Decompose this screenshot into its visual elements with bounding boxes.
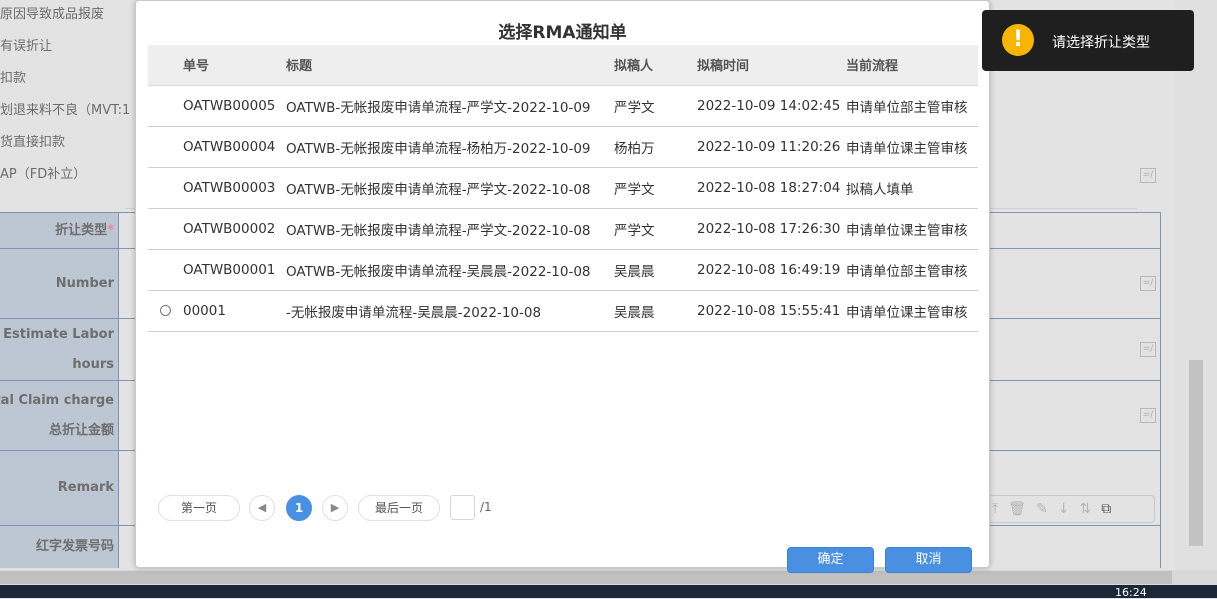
col-header: 拟稿时间	[697, 45, 846, 86]
open-external-icon[interactable]: ⧉	[1101, 501, 1111, 517]
cell-flow: 申请单位部主管审核	[846, 249, 978, 291]
cell-author: 吴晨晨	[614, 249, 697, 291]
prev-page-button[interactable]: ◀	[249, 495, 275, 521]
cell-time: 2022-10-08 16:49:19	[697, 249, 846, 291]
cell-id: OATWB00002	[183, 208, 286, 250]
taskbar-clock: 16:24	[1115, 586, 1147, 599]
horizontal-scroll-thumb[interactable]	[0, 571, 1172, 584]
row-radio[interactable]	[160, 305, 171, 316]
cell-author: 严学文	[614, 85, 697, 127]
table-row[interactable]: OATWB00001 OATWB-无帐报废申请单流程-吴晨晨-2022-10-08…	[148, 249, 978, 291]
cancel-button[interactable]: 取消	[885, 547, 972, 573]
cell-time: 2022-10-09 14:02:45	[697, 85, 846, 127]
table-row[interactable]: OATWB00002 OATWB-无帐报废申请单流程-严学文-2022-10-08…	[148, 208, 978, 250]
cell-id: OATWB00005	[183, 85, 286, 127]
edit-icon[interactable]: =/	[1140, 408, 1156, 423]
cell-id: OATWB00003	[183, 167, 286, 209]
warning-icon: !	[1002, 24, 1034, 56]
taskbar	[0, 585, 1217, 598]
label-remark: Remark	[0, 451, 119, 525]
cell-time: 2022-10-08 17:26:30	[697, 208, 846, 250]
option-text: 扣款	[0, 71, 27, 86]
cell-title: OATWB-无帐报废申请单流程-严学文-2022-10-09	[286, 85, 614, 127]
edit-icon[interactable]: =/	[1140, 276, 1156, 291]
cell-flow: 申请单位课主管审核	[846, 208, 978, 250]
label-red-invoice: 红字发票号码	[0, 526, 119, 568]
toast-message: 请选择折让类型	[1052, 35, 1150, 51]
cell-author: 严学文	[614, 208, 697, 250]
delete-icon[interactable]: 🗑	[1008, 501, 1026, 517]
table-row[interactable]: OATWB00003 OATWB-无帐报废申请单流程-严学文-2022-10-08…	[148, 167, 978, 209]
cell-flow: 拟稿人填单	[846, 167, 978, 209]
cell-title: -无帐报废申请单流程-吴晨晨-2022-10-08	[286, 290, 614, 332]
edit-icon[interactable]: ✎	[1036, 501, 1048, 517]
page-1-button[interactable]: 1	[286, 495, 312, 521]
cell-title: OATWB-无帐报废申请单流程-严学文-2022-10-08	[286, 167, 614, 209]
option-text: AP（FD补立）	[0, 167, 87, 182]
cell-title: OATWB-无帐报废申请单流程-严学文-2022-10-08	[286, 208, 614, 250]
edit-icon[interactable]: =/	[1140, 168, 1156, 183]
page-number-input[interactable]	[450, 495, 475, 520]
cell-title: OATWB-无帐报废申请单流程-杨柏万-2022-10-09	[286, 126, 614, 168]
rma-table: 单号 标题 拟稿人 拟稿时间 当前流程 OATWB00005 OATWB-无帐报废…	[148, 45, 978, 332]
cell-flow: 申请单位部主管审核	[846, 85, 978, 127]
sort-icon[interactable]: ⇅	[1079, 501, 1091, 517]
cell-id: OATWB00001	[183, 249, 286, 291]
cell-id: 00001	[183, 290, 286, 332]
confirm-button[interactable]: 确定	[787, 547, 874, 573]
dialog-title: 选择RMA通知单	[498, 23, 627, 43]
attachment-toolbar: ⤒ 🗑 ✎ ↓ ⇅ ⧉	[985, 495, 1155, 523]
option-text: 有误折让	[0, 39, 53, 54]
cell-title: OATWB-无帐报废申请单流程-吴晨晨-2022-10-08	[286, 249, 614, 291]
upload-icon[interactable]: ⤒	[992, 501, 998, 517]
last-page-button[interactable]: 最后一页	[358, 495, 440, 521]
option-text: 货直接扣款	[0, 135, 66, 150]
edit-icon[interactable]: =/	[1140, 342, 1156, 357]
first-page-button[interactable]: 第一页	[158, 495, 240, 521]
warning-toast: ! 请选择折让类型	[982, 10, 1194, 71]
label-number: Number	[0, 249, 119, 318]
cell-id: OATWB00004	[183, 126, 286, 168]
option-text: 划退来料不良（MVT:1	[0, 103, 131, 118]
label-discount-type: 折让类型*	[0, 213, 119, 248]
col-header: 单号	[183, 45, 286, 86]
col-header: 标题	[286, 45, 614, 86]
cell-author: 杨柏万	[614, 126, 697, 168]
cell-author: 严学文	[614, 167, 697, 209]
download-icon[interactable]: ↓	[1058, 501, 1070, 517]
cell-time: 2022-10-09 11:20:26	[697, 126, 846, 168]
cell-time: 2022-10-08 15:55:41	[697, 290, 846, 332]
page-total: /1	[480, 500, 492, 514]
rma-select-dialog: 选择RMA通知单 单号 标题 拟稿人 拟稿时间 当前流程 OATWB00005 O…	[135, 0, 990, 573]
col-header: 当前流程	[846, 45, 978, 86]
option-text: 原因导致成品报废	[0, 7, 105, 22]
next-page-button[interactable]: ▶	[322, 495, 348, 521]
cell-author: 吴晨晨	[614, 290, 697, 332]
col-header: 拟稿人	[614, 45, 697, 86]
vertical-scroll-thumb[interactable]	[1189, 360, 1203, 546]
cell-flow: 申请单位课主管审核	[846, 290, 978, 332]
table-row[interactable]: OATWB00004 OATWB-无帐报废申请单流程-杨柏万-2022-10-09…	[148, 126, 978, 168]
label-labor-hours: Estimate Labor hours	[0, 319, 119, 380]
label-claim-charge: tal Claim charge 总折让金额	[0, 381, 119, 450]
cell-flow: 申请单位课主管审核	[846, 126, 978, 168]
cell-time: 2022-10-08 18:27:04	[697, 167, 846, 209]
table-row[interactable]: 00001 -无帐报废申请单流程-吴晨晨-2022-10-08 吴晨晨 2022-10…	[148, 290, 978, 332]
table-row[interactable]: OATWB00005 OATWB-无帐报废申请单流程-严学文-2022-10-09…	[148, 85, 978, 127]
